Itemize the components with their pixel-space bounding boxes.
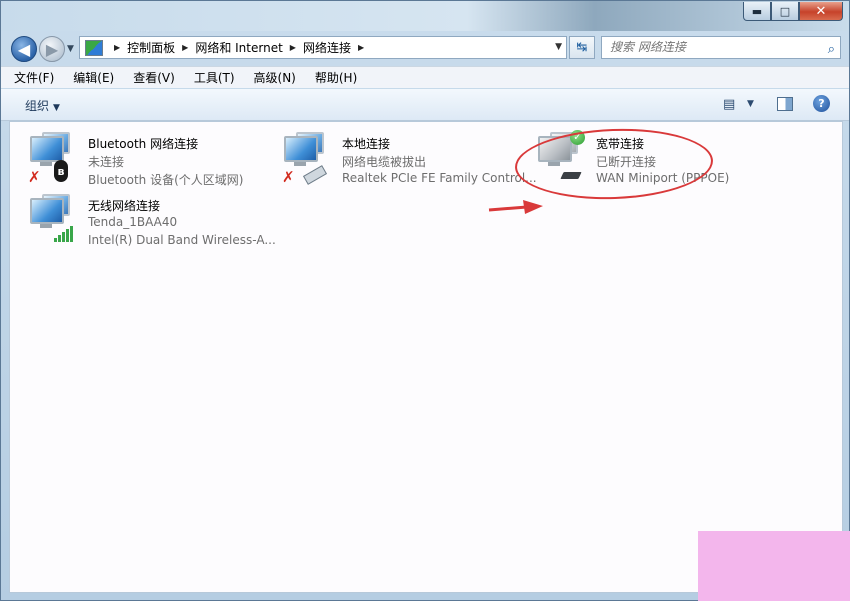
caption-buttons: ▬ □ ✕ — [743, 2, 843, 21]
connection-status: 未连接 — [88, 155, 125, 169]
disconnected-x-icon: ✗ — [28, 168, 41, 186]
forward-button[interactable]: ▶ — [39, 36, 65, 62]
search-input[interactable] — [610, 38, 816, 57]
control-panel-icon — [85, 39, 103, 56]
chevron-down-icon: ▼ — [53, 103, 60, 113]
breadcrumb-separator-icon[interactable]: ▶ — [358, 43, 364, 52]
menu-bar: 文件(F) 编辑(E) 查看(V) 工具(T) 高级(N) 帮助(H) — [1, 66, 849, 88]
address-bar[interactable]: ▶ 控制面板 ▶ 网络和 Internet ▶ 网络连接 ▶ ▼ — [79, 36, 567, 59]
monitor-icon — [30, 198, 64, 224]
organize-label: 组织 — [25, 99, 50, 113]
preview-pane-icon[interactable] — [777, 97, 793, 111]
breadcrumb-separator-icon[interactable]: ▶ — [290, 43, 296, 52]
breadcrumb-separator-icon[interactable]: ▶ — [182, 43, 188, 52]
network-cable-icon — [302, 165, 328, 185]
address-dropdown-icon[interactable]: ▼ — [555, 42, 562, 52]
connection-item-bluetooth[interactable]: ✗ ʙ Bluetooth 网络连接 未连接 Bluetooth 设备(个人区域… — [18, 126, 268, 187]
connection-device: Intel(R) Dual Band Wireless-A... — [88, 233, 276, 247]
menu-file[interactable]: 文件(F) — [11, 68, 57, 87]
connection-device: Bluetooth 设备(个人区域网) — [88, 173, 244, 187]
monitor-icon — [284, 136, 318, 162]
bluetooth-icon: ʙ — [54, 160, 68, 182]
monitor-stand-icon — [40, 162, 52, 166]
monitor-icon — [30, 136, 64, 162]
connection-name: Bluetooth 网络连接 — [88, 137, 199, 151]
connections-list: ✗ ʙ Bluetooth 网络连接 未连接 Bluetooth 设备(个人区域… — [9, 121, 843, 593]
connection-status: 网络电缆被拔出 — [342, 155, 427, 169]
help-icon[interactable]: ? — [813, 95, 830, 112]
monitor-stand-icon — [294, 162, 306, 166]
search-icon[interactable]: ⌕ — [828, 39, 835, 60]
connection-name: 本地连接 — [342, 137, 391, 151]
title-bar[interactable]: ▬ □ ✕ — [1, 1, 849, 31]
command-bar: 组织 ▼ ▤ ▼ ? — [1, 89, 849, 121]
connection-status: Tenda_1BAA40 — [88, 215, 178, 229]
breadcrumb-network-connections[interactable]: 网络连接 — [303, 39, 351, 56]
breadcrumb-control-panel[interactable]: 控制面板 — [127, 39, 175, 56]
connection-device: Realtek PCIe FE Family Control... — [342, 171, 537, 185]
navigation-bar: ◀ ▶ ▼ ▶ 控制面板 ▶ 网络和 Internet ▶ 网络连接 ▶ ▼ ↹… — [1, 31, 849, 65]
network-connections-window: ▬ □ ✕ ◀ ▶ ▼ ▶ 控制面板 ▶ 网络和 Internet ▶ 网络连接… — [0, 0, 850, 601]
minimize-button[interactable]: ▬ — [743, 2, 771, 21]
wireless-network-icon — [28, 194, 76, 246]
connection-name: 无线网络连接 — [88, 199, 161, 213]
breadcrumb-separator-icon[interactable]: ▶ — [114, 43, 120, 52]
bluetooth-network-icon: ✗ ʙ — [28, 132, 76, 186]
menu-advanced[interactable]: 高级(N) — [251, 68, 299, 87]
close-button[interactable]: ✕ — [799, 2, 843, 21]
refresh-button[interactable]: ↹ — [569, 36, 595, 59]
organize-button[interactable]: 组织 ▼ — [25, 97, 60, 114]
ethernet-network-icon: ✗ — [282, 132, 330, 186]
connection-item-wireless[interactable]: 无线网络连接 Tenda_1BAA40 Intel(R) Dual Band W… — [18, 188, 276, 247]
monitor-stand-icon — [40, 224, 52, 228]
change-view-icon[interactable]: ▤ — [723, 97, 735, 112]
menu-help[interactable]: 帮助(H) — [312, 68, 360, 87]
watermark-block — [698, 531, 850, 601]
maximize-button[interactable]: □ — [771, 2, 799, 21]
red-arrow-annotation-icon — [488, 200, 543, 214]
back-button[interactable]: ◀ — [11, 36, 37, 62]
menu-edit[interactable]: 编辑(E) — [70, 68, 117, 87]
breadcrumb-network-internet[interactable]: 网络和 Internet — [195, 39, 282, 56]
menu-view[interactable]: 查看(V) — [130, 68, 178, 87]
disconnected-x-icon: ✗ — [282, 168, 295, 186]
menu-tools[interactable]: 工具(T) — [191, 68, 238, 87]
search-box[interactable]: ⌕ — [601, 36, 841, 59]
connection-item-local[interactable]: ✗ 本地连接 网络电缆被拔出 Realtek PCIe FE Family Co… — [272, 126, 537, 186]
recent-pages-dropdown-icon[interactable]: ▼ — [67, 44, 74, 54]
view-options-dropdown-icon[interactable]: ▼ — [747, 99, 754, 109]
signal-strength-icon — [54, 224, 76, 242]
